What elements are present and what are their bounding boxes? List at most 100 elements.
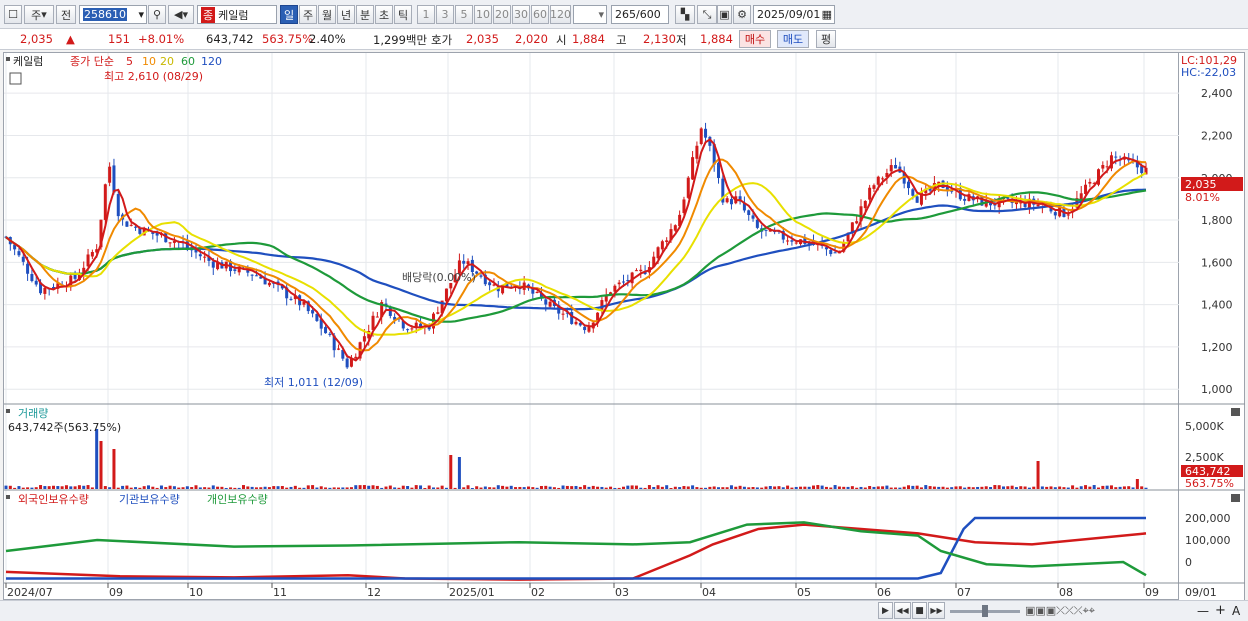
- volume-bar: [639, 487, 643, 489]
- candle-body: [1053, 212, 1057, 216]
- candle-body: [544, 299, 548, 305]
- interval-5-button[interactable]: 5: [455, 5, 473, 24]
- volume-bar: [777, 486, 781, 489]
- volume-bar: [527, 486, 530, 489]
- layout-tools-icon[interactable]: ▣▣▣⤫⤫⤫⌖⌖: [1025, 604, 1095, 618]
- volume-bar: [259, 487, 263, 489]
- scroll-right-button[interactable]: ▶: [878, 602, 893, 619]
- volume-bar: [52, 485, 55, 489]
- zoom-in-icon[interactable]: +: [1215, 603, 1226, 618]
- period-day-button[interactable]: 일: [280, 5, 298, 24]
- candle-body: [704, 128, 708, 138]
- volume-bar: [734, 486, 738, 489]
- candle-body: [665, 240, 669, 243]
- period-tick-button[interactable]: 틱: [394, 5, 412, 24]
- window-menu-icon[interactable]: ☐: [4, 5, 22, 24]
- volume-bar: [833, 485, 837, 489]
- interval-1-button[interactable]: 1: [417, 5, 435, 24]
- candle-body: [725, 198, 729, 203]
- volume-bar: [155, 487, 159, 489]
- volume-bar: [289, 486, 293, 489]
- calendar-icon[interactable]: ▦: [822, 8, 834, 21]
- candle-body: [695, 145, 699, 159]
- interval-20-button[interactable]: 20: [493, 5, 511, 24]
- candle-body: [375, 316, 379, 318]
- gear-icon[interactable]: ⚙: [733, 5, 751, 24]
- period-year-button[interactable]: 년: [337, 5, 355, 24]
- volume-bar: [203, 487, 207, 489]
- search-icon[interactable]: ⚲: [148, 5, 166, 24]
- interval-60-button[interactable]: 60: [531, 5, 549, 24]
- volume-bar: [751, 487, 755, 489]
- bid-price: 2,020: [515, 32, 548, 46]
- interval-3-button[interactable]: 3: [436, 5, 454, 24]
- holdings-panel-close-icon[interactable]: [1231, 494, 1240, 502]
- period-week-button[interactable]: 주: [299, 5, 317, 24]
- period-second-button[interactable]: 초: [375, 5, 393, 24]
- price-chart[interactable]: 케일럼 종가 단순 5 10 20 60 120 최고 2,610 (08/29…: [4, 53, 1180, 601]
- scroll-end-button[interactable]: ▶▶: [928, 602, 945, 619]
- save-icon[interactable]: ▣: [717, 5, 732, 24]
- sell-button[interactable]: 매도: [777, 30, 809, 48]
- draw-tool-icon[interactable]: ⤡: [697, 5, 717, 24]
- volume-bar: [704, 487, 708, 489]
- font-size-icon[interactable]: A: [1232, 604, 1240, 618]
- legend-ma120: 120: [201, 55, 222, 68]
- interval-30-button[interactable]: 30: [512, 5, 530, 24]
- table-toggle-icon[interactable]: [9, 72, 22, 85]
- interval-120-button[interactable]: 120: [550, 5, 571, 24]
- buy-button[interactable]: 매수: [739, 30, 771, 48]
- prev-button[interactable]: 전: [56, 5, 76, 24]
- volume-bar: [604, 487, 608, 489]
- volume-bar: [8, 485, 12, 489]
- date-field[interactable]: 2025/09/01 ▦: [753, 5, 835, 24]
- candle-body: [103, 184, 107, 220]
- interval-10-button[interactable]: 10: [474, 5, 492, 24]
- indicator-icon[interactable]: ▚: [675, 5, 695, 24]
- stop-button[interactable]: ■: [912, 602, 927, 619]
- candle-body: [876, 176, 880, 185]
- volume-bar: [86, 485, 90, 489]
- bar-count-field[interactable]: 265/600: [611, 5, 669, 24]
- interval-custom-dropdown[interactable]: ▾: [573, 5, 607, 24]
- stock-name-field[interactable]: 종 케일럼: [197, 5, 277, 24]
- open-label: 시: [556, 33, 567, 47]
- volume-bar: [919, 487, 923, 489]
- volume-bar: [790, 487, 794, 489]
- zoom-out-icon[interactable]: —: [1197, 604, 1209, 618]
- zoom-slider-handle[interactable]: [982, 605, 988, 617]
- volume-bar: [108, 487, 112, 489]
- volume-bar: [634, 485, 638, 489]
- volume-bar: [630, 485, 634, 489]
- avg-button[interactable]: 평: [816, 30, 836, 48]
- chart-type-dropdown[interactable]: 주 ▾: [24, 5, 54, 24]
- candle-body: [911, 189, 915, 196]
- stock-code-input[interactable]: 258610 ▾: [79, 5, 147, 24]
- speaker-icon[interactable]: ◀▾: [168, 5, 194, 24]
- x-label: 2025/01: [449, 586, 495, 599]
- volume-bar: [682, 486, 686, 489]
- volume-bar: [233, 487, 237, 489]
- volume-bar: [190, 487, 194, 489]
- period-minute-button[interactable]: 분: [356, 5, 374, 24]
- scroll-start-button[interactable]: ◀◀: [894, 602, 911, 619]
- volume-bar: [211, 485, 215, 489]
- stock-name: 케일럼: [218, 8, 249, 22]
- volume-bar: [924, 485, 928, 489]
- volume-bar: [501, 485, 505, 489]
- candle-body: [583, 326, 587, 331]
- high-price: 2,130: [643, 32, 676, 46]
- candle-body: [656, 247, 660, 259]
- volume-bar: [1122, 486, 1126, 489]
- bottom-controls: ▶ ◀◀ ■ ▶▶ ▣▣▣⤫⤫⤫⌖⌖ — + A: [0, 600, 1248, 621]
- chart-panel[interactable]: 케일럼 종가 단순 5 10 20 60 120 최고 2,610 (08/29…: [3, 52, 1180, 601]
- volume-bar: [39, 485, 43, 489]
- candle-body: [198, 254, 202, 257]
- period-month-button[interactable]: 월: [318, 5, 336, 24]
- volume-bar: [332, 487, 336, 489]
- price-tick-label: 1,800: [1201, 214, 1233, 227]
- volume-panel-close-icon[interactable]: [1231, 408, 1240, 416]
- price-axis: LC:101,29 HC:-22,03 2,4002,2002,0001,800…: [1179, 52, 1245, 600]
- candle-body: [168, 242, 172, 244]
- volume-bar: [401, 485, 405, 489]
